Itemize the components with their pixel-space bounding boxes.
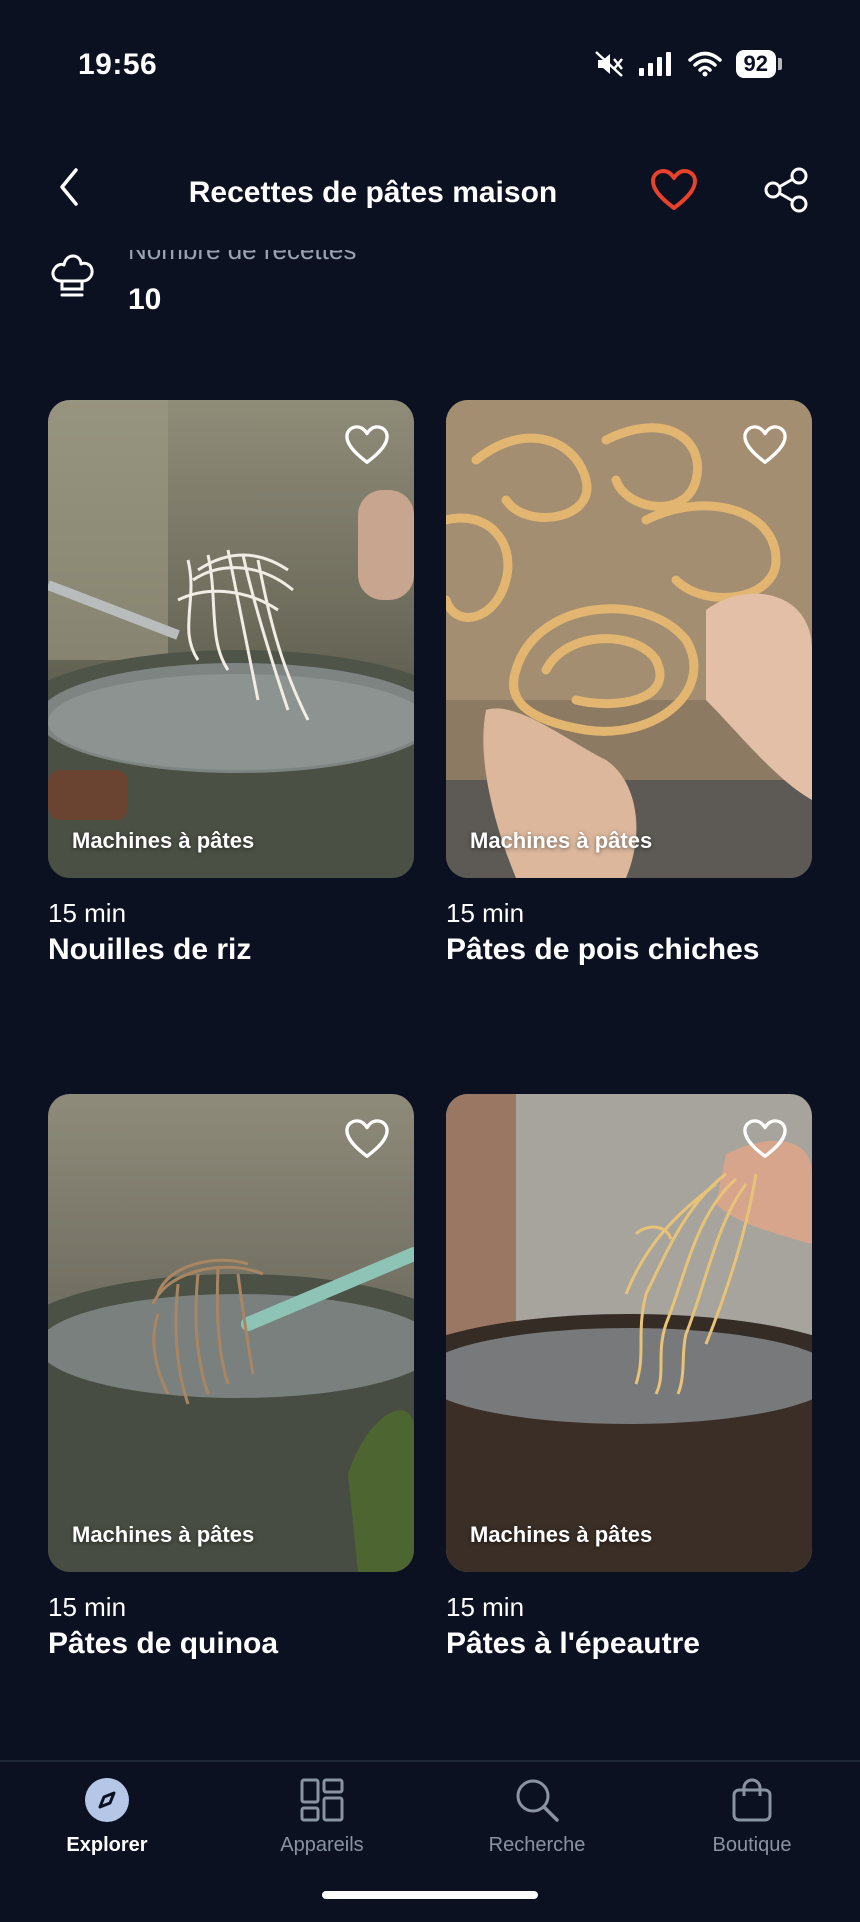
chef-hat-icon xyxy=(51,254,94,297)
recipe-title[interactable]: Pâtes à l'épeautre xyxy=(446,1627,812,1661)
home-indicator[interactable] xyxy=(322,1891,538,1899)
nav-label: Appareils xyxy=(280,1834,364,1856)
recipe-photo xyxy=(48,1094,414,1572)
battery-icon: 92 xyxy=(735,50,782,78)
nav-item-boutique[interactable]: Boutique xyxy=(662,1776,842,1857)
recipe-image[interactable]: Machines à pâtes xyxy=(446,1094,812,1572)
recipe-photo xyxy=(446,400,812,878)
recipe-image[interactable]: Machines à pâtes xyxy=(48,400,414,878)
nav-item-recherche[interactable]: Recherche xyxy=(447,1776,627,1857)
recipe-image[interactable]: Machines à pâtes xyxy=(446,400,812,878)
grid-icon xyxy=(300,1778,344,1822)
recipe-title[interactable]: Nouilles de riz xyxy=(48,933,414,967)
recipe-time: 15 min xyxy=(48,898,127,928)
recipe-title[interactable]: Pâtes de pois chiches xyxy=(446,933,812,967)
recipe-time: 15 min xyxy=(48,1592,127,1622)
wifi-icon xyxy=(687,51,722,77)
page-title: Recettes de pâtes maison xyxy=(188,176,558,209)
recipe-time: 15 min xyxy=(446,1592,525,1622)
recipe-card[interactable]: Machines à pâtes 15 min Pâtes de quinoa xyxy=(48,1094,414,1661)
search-icon xyxy=(516,1779,559,1822)
favorite-heart-icon[interactable] xyxy=(650,168,698,214)
status-icons: 92 xyxy=(594,50,782,78)
nav-label: Recherche xyxy=(488,1834,586,1856)
signal-icon xyxy=(638,52,671,76)
favorite-heart-icon[interactable] xyxy=(742,1118,788,1162)
compass-icon xyxy=(85,1778,129,1822)
recipe-card[interactable]: Machines à pâtes 15 min Pâtes de pois ch… xyxy=(446,400,812,967)
top-app-bar: Recettes de pâtes maison xyxy=(0,120,860,250)
recipe-title[interactable]: Pâtes de quinoa xyxy=(48,1627,414,1661)
share-icon[interactable] xyxy=(762,166,810,214)
recipe-category: Machines à pâtes xyxy=(470,1522,653,1547)
nav-item-explorer[interactable]: Explorer xyxy=(17,1776,197,1857)
recipe-category: Machines à pâtes xyxy=(72,828,255,853)
favorite-heart-icon[interactable] xyxy=(344,1118,390,1162)
favorite-heart-icon[interactable] xyxy=(742,424,788,468)
nav-label: Boutique xyxy=(712,1834,792,1856)
recipe-photo xyxy=(446,1094,812,1572)
recipe-category: Machines à pâtes xyxy=(72,1522,255,1547)
status-time: 19:56 xyxy=(78,48,158,81)
recipe-card[interactable]: Machines à pâtes 15 min Pâtes à l'épeaut… xyxy=(446,1094,812,1661)
status-bar: 19:56 92 xyxy=(0,0,860,120)
recipe-count-value: 10 xyxy=(128,283,162,316)
favorite-heart-icon[interactable] xyxy=(344,424,390,468)
recipe-category: Machines à pâtes xyxy=(470,828,653,853)
recipe-time: 15 min xyxy=(446,898,525,928)
bag-icon xyxy=(732,1778,772,1822)
recipe-card[interactable]: Machines à pâtes 15 min Nouilles de riz xyxy=(48,400,414,967)
recipe-image[interactable]: Machines à pâtes xyxy=(48,1094,414,1572)
nav-label: Explorer xyxy=(66,1834,148,1856)
nav-item-appareils[interactable]: Appareils xyxy=(232,1776,412,1857)
recipe-photo xyxy=(48,400,414,878)
battery-level: 92 xyxy=(735,50,776,78)
mute-icon xyxy=(594,51,623,77)
